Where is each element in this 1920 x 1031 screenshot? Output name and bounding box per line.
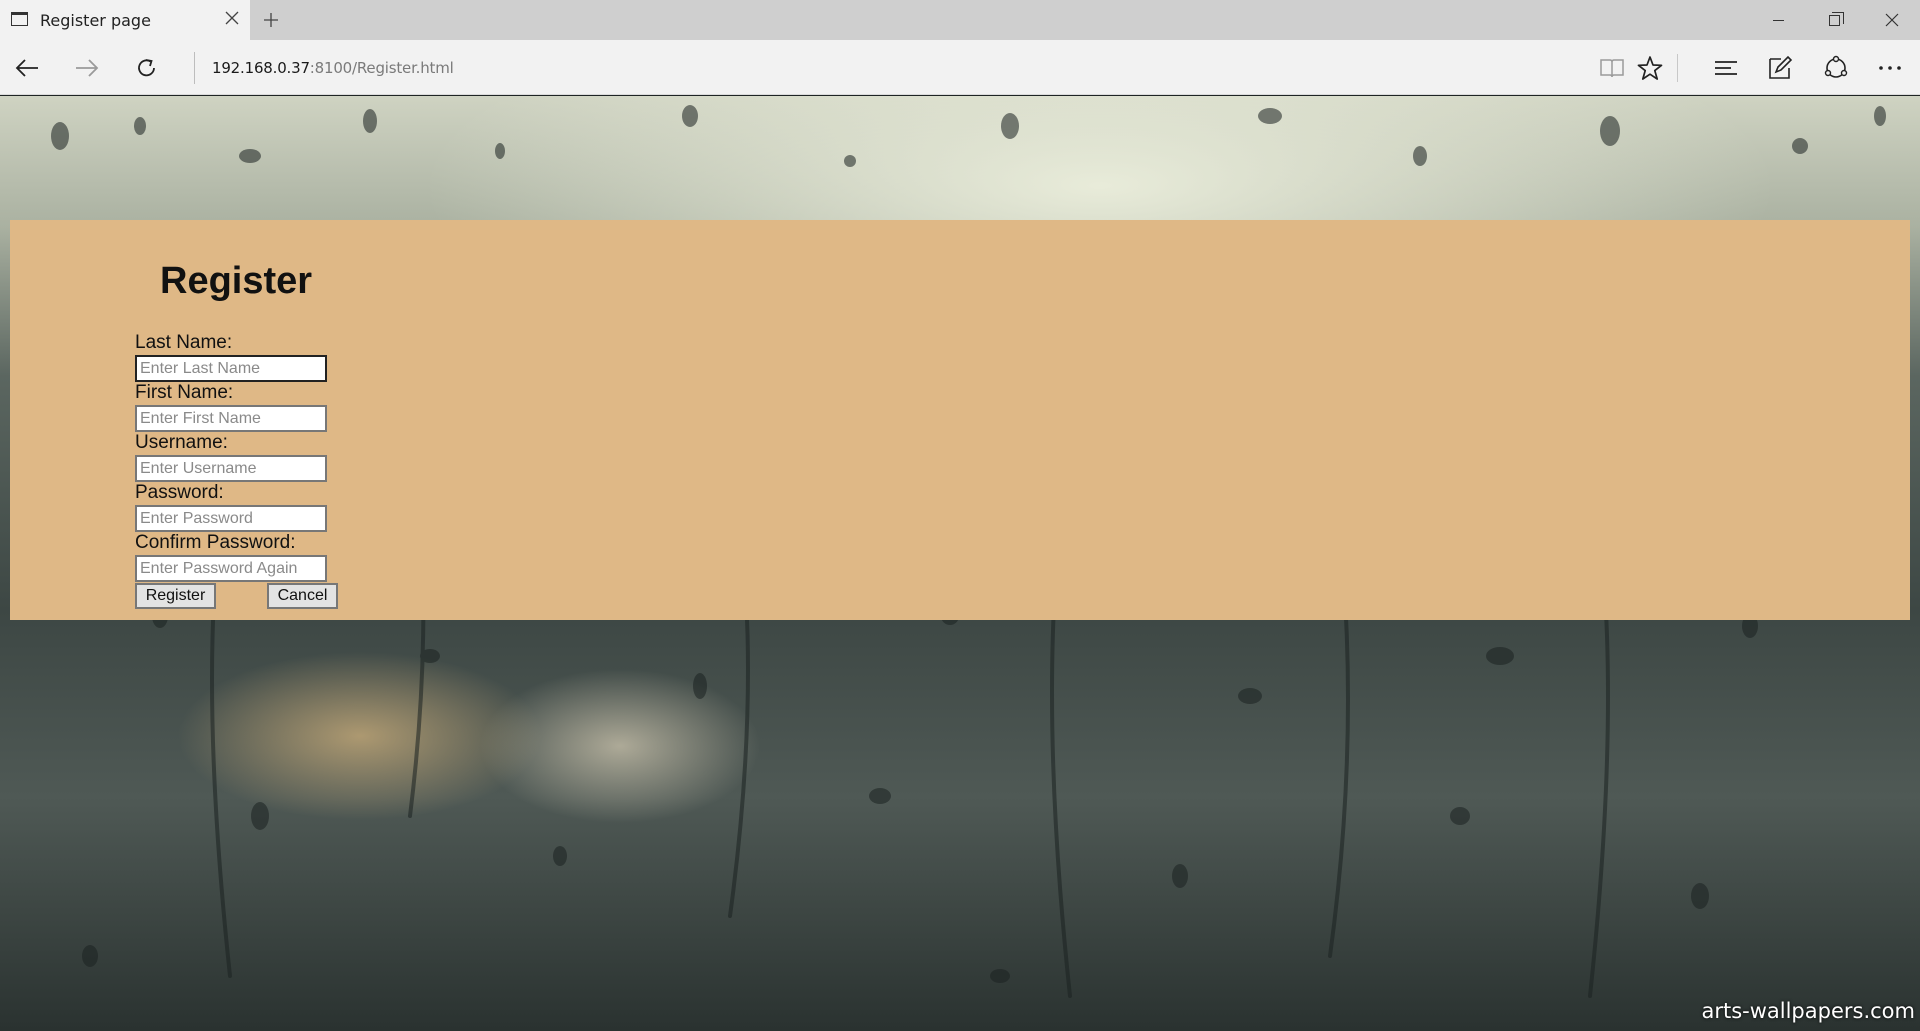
- username-label: Username:: [135, 432, 228, 453]
- close-window-button[interactable]: [1864, 0, 1920, 40]
- arrow-right-icon: [76, 59, 99, 77]
- first-name-input[interactable]: [135, 405, 327, 432]
- book-icon: [1600, 59, 1624, 78]
- share-button[interactable]: [1820, 52, 1852, 84]
- toolbar-separator: [1677, 54, 1678, 82]
- tab-page-icon: [11, 12, 28, 26]
- refresh-button[interactable]: [131, 52, 163, 84]
- address-host: 192.168.0.37: [212, 59, 310, 77]
- reading-view-button[interactable]: [1596, 52, 1628, 84]
- share-icon: [1824, 55, 1848, 78]
- password-label: Password:: [135, 482, 224, 503]
- hub-button[interactable]: [1710, 52, 1742, 84]
- more-button[interactable]: [1874, 52, 1906, 84]
- last-name-row: Last Name:: [135, 332, 535, 382]
- close-icon: [1885, 13, 1899, 27]
- pen-icon: [1769, 55, 1793, 79]
- address-path: :8100/Register.html: [309, 59, 454, 77]
- refresh-icon: [138, 59, 155, 77]
- confirm-password-input[interactable]: [135, 555, 327, 582]
- confirm-password-label: Confirm Password:: [135, 532, 296, 553]
- minimize-button[interactable]: [1750, 0, 1806, 40]
- username-row: Username:: [135, 432, 535, 482]
- close-tab-button[interactable]: [221, 8, 243, 30]
- last-name-input[interactable]: [135, 355, 327, 382]
- register-form: Last Name: First Name: Username: Passwor…: [135, 332, 535, 610]
- restore-button[interactable]: [1806, 0, 1862, 40]
- tab-bar: Register page: [0, 0, 1920, 40]
- page-title: Register: [160, 260, 313, 302]
- username-input[interactable]: [135, 455, 327, 482]
- more-icon: [1879, 66, 1901, 70]
- confirm-password-row: Confirm Password:: [135, 532, 535, 582]
- password-row: Password:: [135, 482, 535, 532]
- first-name-row: First Name:: [135, 382, 535, 432]
- close-icon: [225, 11, 239, 25]
- back-button[interactable]: [11, 52, 43, 84]
- address-separator: [194, 52, 195, 84]
- navigation-bar: 192.168.0.37:8100/Register.html: [0, 40, 1920, 95]
- minimize-icon: [1772, 19, 1784, 21]
- page-background: Register Last Name: First Name: Username…: [0, 96, 1920, 1031]
- last-name-label: Last Name:: [135, 332, 233, 353]
- form-buttons: Register Cancel: [135, 582, 535, 610]
- cancel-button[interactable]: Cancel: [267, 583, 338, 609]
- watermark: arts-wallpapers.com: [1701, 999, 1915, 1023]
- restore-icon: [1828, 11, 1844, 26]
- hub-icon: [1715, 61, 1737, 75]
- web-note-button[interactable]: [1764, 52, 1796, 84]
- tab-title: Register page: [40, 11, 151, 30]
- plus-icon: [264, 13, 278, 27]
- register-panel: Register Last Name: First Name: Username…: [10, 220, 1910, 620]
- new-tab-button[interactable]: [258, 6, 284, 32]
- arrow-left-icon: [15, 59, 38, 77]
- register-button[interactable]: Register: [135, 583, 216, 609]
- star-icon: [1637, 56, 1663, 80]
- address-bar[interactable]: 192.168.0.37:8100/Register.html: [212, 59, 454, 77]
- first-name-label: First Name:: [135, 382, 234, 403]
- password-input[interactable]: [135, 505, 327, 532]
- forward-button[interactable]: [71, 52, 103, 84]
- browser-tab[interactable]: Register page: [0, 0, 250, 40]
- favorite-button[interactable]: [1634, 52, 1666, 84]
